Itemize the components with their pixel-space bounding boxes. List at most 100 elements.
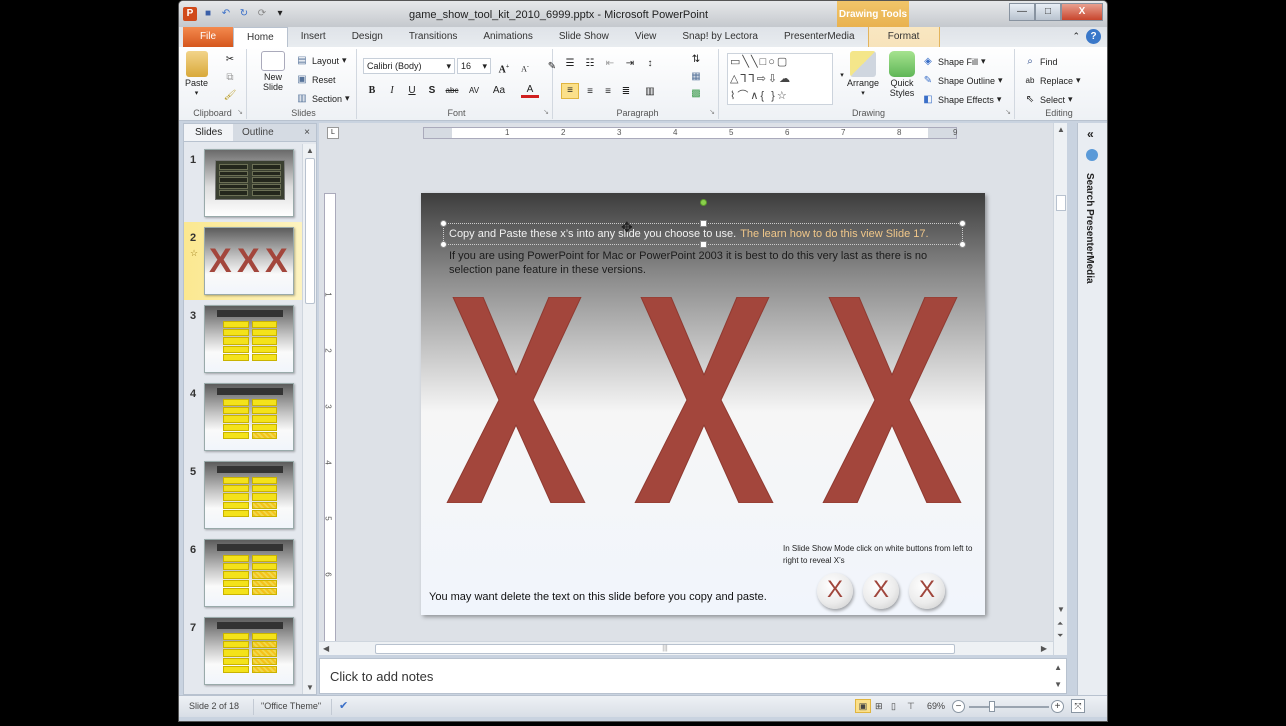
shape-outline-button[interactable]: ✎ Shape Outline ▾ [921,74,1003,87]
zoom-level[interactable]: 69% [927,701,945,711]
tab-format[interactable]: Format [867,27,940,47]
layout-button[interactable]: ▤ Layout ▾ [295,54,346,67]
tab-view[interactable]: View [622,27,670,47]
strikethrough-button[interactable]: abc [443,83,461,99]
maximize-button[interactable]: □ [1035,3,1061,21]
paste-button[interactable]: Paste ▾ [185,51,208,97]
collapse-pane-icon[interactable]: « [1087,127,1094,141]
shape-fill-button[interactable]: ◈ Shape Fill ▾ [921,55,985,68]
font-name-select[interactable]: Calibri (Body) ▾ [363,58,455,74]
justify-icon[interactable]: ≣ [619,85,633,98]
reading-view-icon[interactable]: ▯ [891,701,896,712]
tab-snap-by-lectora[interactable]: Snap! by Lectora [669,27,771,47]
clipboard-launcher-icon[interactable]: ↘ [237,108,243,116]
select-button[interactable]: ⇖ Select ▾ [1023,93,1073,106]
tab-insert[interactable]: Insert [288,27,339,47]
slide-thumbnail-5[interactable]: 5 [184,456,302,534]
scroll-right-icon[interactable]: ▶ [1041,644,1047,653]
align-left-icon[interactable]: ≡ [561,83,579,99]
slide-text-instruction[interactable]: Copy and Paste these x’s into any slide … [449,228,929,240]
slide-canvas[interactable]: Copy and Paste these x’s into any slide … [421,193,985,615]
tab-design[interactable]: Design [339,27,396,47]
tab-animations[interactable]: Animations [470,27,545,47]
minimize-ribbon-icon[interactable]: ⌃ [1072,29,1080,44]
search-presentermedia-label[interactable]: Search PresenterMedia [1084,173,1095,284]
zoom-slider-handle[interactable] [989,701,995,712]
slide-show-icon[interactable]: ⊤ [907,701,915,712]
shape-effects-button[interactable]: ◧ Shape Effects ▾ [921,93,1001,106]
paragraph-launcher-icon[interactable]: ↘ [709,108,715,116]
horizontal-ruler[interactable]: 1 2 3 4 5 6 7 8 9 [423,127,957,139]
drawing-launcher-icon[interactable]: ↘ [1005,108,1011,116]
minimize-button[interactable]: — [1009,3,1035,21]
tab-slides[interactable]: Slides [184,124,234,141]
quick-styles-button[interactable]: Quick Styles [885,51,919,98]
editor-horizontal-scrollbar[interactable]: ◀ ||| ▶ [319,641,1053,655]
align-text-icon[interactable]: ▦ [689,70,703,83]
resize-handle[interactable] [440,220,447,227]
close-panel-icon[interactable]: × [282,124,316,141]
tab-slide-show[interactable]: Slide Show [546,27,622,47]
reset-button[interactable]: ▣ Reset [295,73,335,86]
cut-button[interactable]: ✂ [223,53,237,66]
slide-sorter-icon[interactable]: ⊞ [875,701,883,712]
zoom-slider[interactable] [969,706,1049,708]
line-spacing-icon[interactable]: ↕ [643,57,657,70]
help-icon[interactable]: ? [1086,29,1101,44]
notes-pane[interactable]: Click to add notes ▲ ▼ [319,658,1067,694]
bold-button[interactable]: B [363,83,381,99]
scroll-down-icon[interactable]: ▼ [306,683,314,692]
notes-scroll-down-icon[interactable]: ▼ [1054,680,1062,689]
slide-thumbnail-6[interactable]: 6 [184,534,302,612]
change-case-button[interactable]: Aa [487,83,511,99]
italic-button[interactable]: I [383,83,401,99]
align-center-icon[interactable]: ≡ [583,85,597,98]
slide-bottom-note[interactable]: You may want delete the text on this sli… [429,591,767,603]
save-icon[interactable]: ■ [201,7,215,21]
tab-presentermedia[interactable]: PresenterMedia [771,27,868,47]
align-right-icon[interactable]: ≡ [601,85,615,98]
increase-indent-icon[interactable]: ⇥ [623,57,637,70]
theme-name[interactable]: "Office Theme" [261,701,321,711]
replace-button[interactable]: ab Replace ▾ [1023,74,1081,87]
notes-scroll-up-icon[interactable]: ▲ [1054,663,1062,672]
slide-thumbnail-2[interactable]: 2 ☆ X X X [184,222,302,300]
slide-thumbnail-3[interactable]: 3 [184,300,302,378]
big-x-shape-1[interactable] [441,297,591,503]
character-spacing-button[interactable]: AV [463,83,485,99]
slideshow-instruction[interactable]: In Slide Show Mode click on white button… [783,543,983,567]
reveal-x-button-1[interactable]: X [817,573,853,609]
font-color-button[interactable]: A [521,84,539,98]
shrink-font-icon[interactable]: A- [516,59,534,75]
close-button[interactable]: X [1061,3,1103,21]
rotate-handle[interactable] [700,199,707,206]
tab-file[interactable]: File [183,27,233,47]
numbering-icon[interactable]: ☷ [583,57,597,70]
shapes-gallery[interactable]: ▭╲╲□○▢ △⅂⅂⇨⇩☁ ⌇⌒∧{ }☆ [727,53,833,105]
undo-icon[interactable]: ↶ [219,7,233,21]
section-button[interactable]: ▥ Section ▾ [295,92,349,105]
repeat-icon[interactable]: ⟳ [255,7,269,21]
new-slide-button[interactable]: New Slide [257,51,289,92]
grow-font-icon[interactable]: A+ [495,59,513,75]
bullets-icon[interactable]: ☰ [563,57,577,70]
font-launcher-icon[interactable]: ↘ [543,108,549,116]
editor-vertical-scrollbar[interactable]: ▲ ▼ ⏶ ⏷ [1053,123,1067,655]
tab-home[interactable]: Home [233,27,288,47]
reveal-x-button-3[interactable]: X [909,573,945,609]
reveal-x-button-2[interactable]: X [863,573,899,609]
slide-thumbnail-1[interactable]: 1 [184,144,302,222]
slide-thumbnail-4[interactable]: 4 [184,378,302,456]
text-direction-icon[interactable]: ⇅ [689,53,703,66]
vertical-ruler[interactable]: 1 2 3 4 5 6 [324,193,336,647]
big-x-shape-3[interactable] [817,297,967,503]
powerpoint-app-icon[interactable]: P [183,7,197,21]
fit-to-window-icon[interactable]: ⤧ [1071,699,1085,713]
underline-button[interactable]: U [403,83,421,99]
tab-transitions[interactable]: Transitions [396,27,471,47]
shadow-button[interactable]: S [423,83,441,99]
format-painter-button[interactable]: 🖌 [223,89,237,102]
font-size-select[interactable]: 16 ▾ [457,58,491,74]
scroll-left-icon[interactable]: ◀ [323,644,329,653]
scroll-up-icon[interactable]: ▲ [1057,125,1065,134]
